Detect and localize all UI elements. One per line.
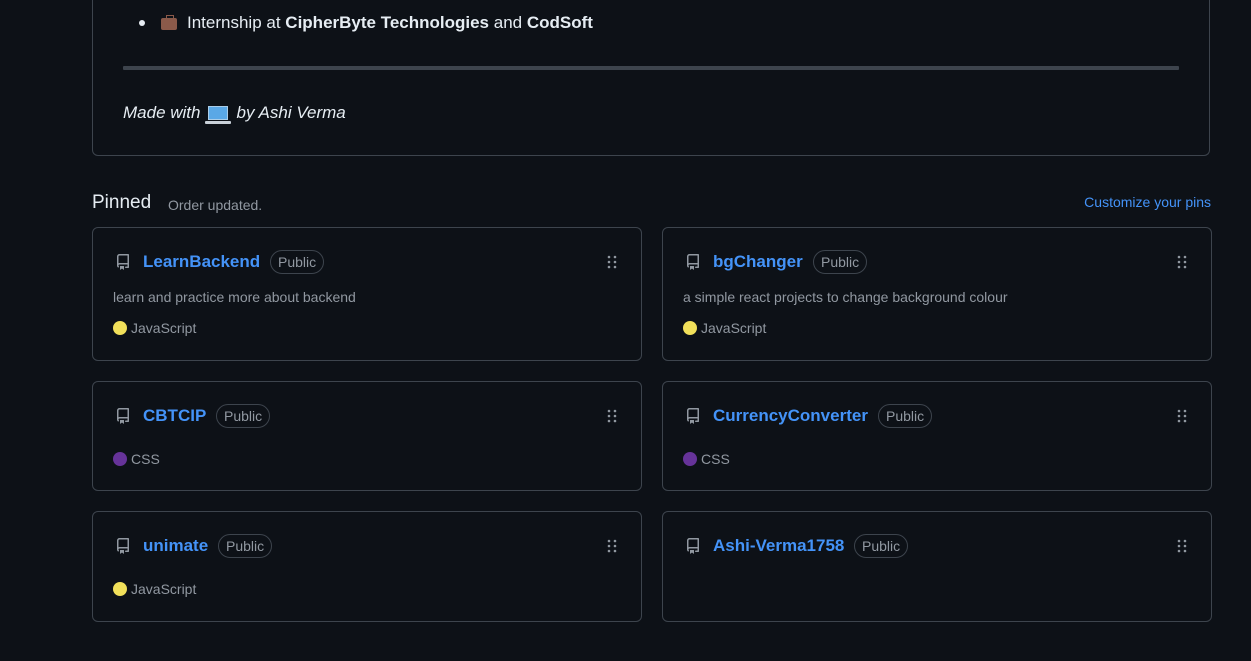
visibility-badge: Public [218, 534, 273, 558]
repo-name-link[interactable]: Ashi-Verma1758 [713, 536, 844, 556]
pinned-repo-card: unimate Public JavaScript [92, 511, 642, 622]
language-color-dot [683, 321, 697, 335]
drag-handle-icon[interactable] [607, 409, 617, 423]
visibility-badge: Public [216, 404, 271, 428]
pinned-repo-card: CBTCIP Public CSS [92, 381, 642, 491]
repo-language: JavaScript [113, 581, 196, 597]
customize-pins-link[interactable]: Customize your pins [1084, 194, 1211, 210]
briefcase-icon [161, 15, 177, 30]
language-color-dot [683, 452, 697, 466]
repo-name-link[interactable]: unimate [143, 536, 208, 556]
internship-and: and [493, 13, 523, 32]
internship-list-item: Internship at CipherByte Technologies an… [139, 13, 593, 33]
repo-name-link[interactable]: CurrencyConverter [713, 406, 868, 426]
internship-prefix: Internship at [187, 13, 281, 32]
made-with-suffix: by Ashi Verma [236, 103, 346, 122]
visibility-badge: Public [270, 250, 325, 274]
pinned-heading: Pinned [92, 192, 152, 213]
drag-handle-icon[interactable] [1177, 409, 1187, 423]
repo-name-link[interactable]: bgChanger [713, 252, 803, 272]
drag-handle-icon[interactable] [1177, 255, 1187, 269]
company-cipherbyte: CipherByte Technologies [285, 13, 490, 32]
laptop-icon [205, 106, 232, 124]
repo-language: CSS [683, 451, 730, 467]
visibility-badge: Public [854, 534, 909, 558]
repo-icon [115, 407, 131, 425]
drag-handle-icon[interactable] [607, 255, 617, 269]
bullet-point [139, 20, 145, 26]
language-color-dot [113, 321, 127, 335]
horizontal-rule [123, 66, 1179, 70]
repo-name-link[interactable]: CBTCIP [143, 406, 206, 426]
drag-handle-icon[interactable] [1177, 539, 1187, 553]
language-label: JavaScript [131, 320, 197, 336]
repo-language: CSS [113, 451, 160, 467]
repo-language: JavaScript [113, 320, 196, 336]
repo-icon [685, 407, 701, 425]
repo-icon [685, 537, 701, 555]
visibility-badge: Public [878, 404, 933, 428]
repo-language: JavaScript [683, 320, 766, 336]
language-label: CSS [701, 451, 730, 467]
made-with-prefix: Made with [123, 103, 201, 122]
pinned-repo-card: LearnBackend Public learn and practice mor… [92, 227, 642, 361]
repo-description: learn and practice more about backend [113, 289, 356, 305]
readme-panel: Internship at CipherByte Technologies an… [92, 0, 1210, 156]
language-color-dot [113, 582, 127, 596]
drag-handle-icon[interactable] [607, 539, 617, 553]
pinned-repo-card: Ashi-Verma1758 Public [662, 511, 1212, 622]
order-status: Order updated. [168, 197, 263, 213]
company-codsoft: CodSoft [526, 13, 593, 32]
made-with-line: Made with by Ashi Verma [123, 103, 346, 124]
repo-icon [685, 253, 701, 271]
repo-name-link[interactable]: LearnBackend [143, 252, 260, 272]
visibility-badge: Public [813, 250, 868, 274]
pinned-repo-card: bgChanger Public a simple react projects t… [662, 227, 1212, 361]
repo-description: a simple react projects to change backgr… [683, 289, 1008, 305]
repo-icon [115, 537, 131, 555]
repo-icon [115, 253, 131, 271]
language-label: CSS [131, 451, 160, 467]
pinned-repo-card: CurrencyConverter Public CSS [662, 381, 1212, 491]
language-label: JavaScript [131, 581, 197, 597]
language-color-dot [113, 452, 127, 466]
language-label: JavaScript [701, 320, 767, 336]
